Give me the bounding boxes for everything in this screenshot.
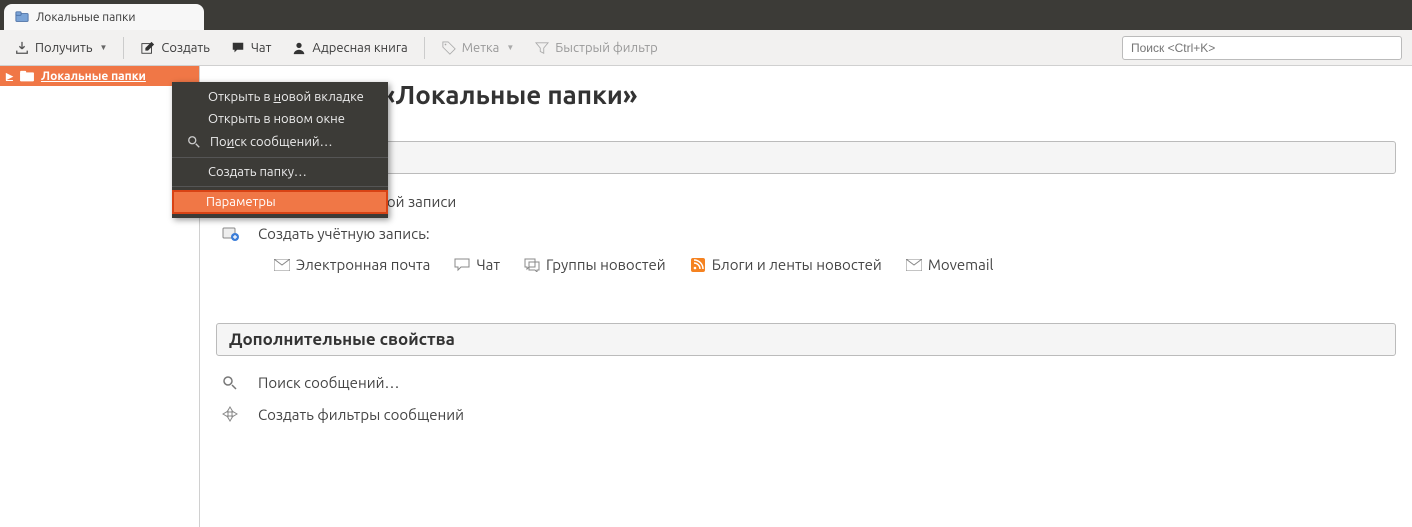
chat-button[interactable]: Чат <box>222 36 279 60</box>
create-filters-label: Создать фильтры сообщений <box>258 406 464 423</box>
create-movemail-link[interactable]: Movemail <box>906 256 994 273</box>
link-label: Movemail <box>928 256 994 273</box>
ctx-label: Создать папку… <box>208 165 307 179</box>
compose-label: Создать <box>161 41 210 55</box>
download-icon <box>14 40 30 56</box>
add-account-icon <box>220 224 240 242</box>
link-label: Чат <box>476 256 500 273</box>
folder-icon <box>14 9 30 25</box>
ctx-label: Открыть в новом окне <box>208 112 345 126</box>
separator <box>123 37 124 59</box>
create-email-link[interactable]: Электронная почта <box>274 256 430 273</box>
create-filters-row[interactable]: Создать фильтры сообщений <box>216 405 1396 423</box>
ctx-label: Поиск сообщений… <box>210 135 333 149</box>
link-label: Электронная почта <box>296 256 430 273</box>
link-label: Блоги и ленты новостей <box>712 256 882 273</box>
sidebar-item-local-folders[interactable]: ▶ Локальные папки <box>0 66 199 86</box>
tag-label: Метка <box>462 41 500 55</box>
quickfilter-button[interactable]: Быстрый фильтр <box>526 36 665 60</box>
compose-button[interactable]: Создать <box>132 36 218 60</box>
chevron-down-icon: ▼ <box>506 43 514 52</box>
chat-icon <box>454 257 470 273</box>
advanced-section-header: Дополнительные свойства <box>216 323 1396 356</box>
separator <box>172 157 388 158</box>
tag-button[interactable]: Метка ▼ <box>433 36 523 60</box>
filter-icon <box>534 40 550 56</box>
tab-label: Локальные папки <box>36 11 135 24</box>
mail-icon <box>274 257 290 273</box>
compose-icon <box>140 40 156 56</box>
search-box <box>1122 36 1402 60</box>
addressbook-label: Адресная книга <box>312 41 407 55</box>
ctx-search-messages[interactable]: Поиск сообщений… <box>172 130 388 154</box>
create-chat-link[interactable]: Чат <box>454 256 500 273</box>
ctx-create-folder[interactable]: Создать папку… <box>172 161 388 183</box>
get-mail-label: Получить <box>35 41 92 55</box>
search-input[interactable] <box>1122 36 1402 60</box>
sidebar: ▶ Локальные папки <box>0 66 200 527</box>
search-messages-label: Поиск сообщений… <box>258 374 399 391</box>
tab-bar: Локальные папки <box>0 0 1412 30</box>
create-account-row: Создать учётную запись: <box>216 224 1396 242</box>
separator <box>424 37 425 59</box>
search-messages-row[interactable]: Поиск сообщений… <box>216 374 1396 391</box>
tab-local-folders[interactable]: Локальные папки <box>4 4 204 30</box>
ctx-settings[interactable]: Параметры <box>172 190 388 214</box>
ctx-label: Открыть в новой вкладке <box>208 90 364 104</box>
quickfilter-label: Быстрый фильтр <box>555 41 657 55</box>
page-title: » «Почта» — «Локальные папки» <box>216 80 1396 109</box>
create-newsgroups-link[interactable]: Группы новостей <box>524 256 666 273</box>
search-icon <box>186 134 202 150</box>
chat-icon <box>230 40 246 56</box>
get-mail-button[interactable]: Получить ▼ <box>6 36 115 60</box>
sidebar-item-label: Локальные папки <box>41 70 146 83</box>
filters-icon <box>220 405 240 423</box>
chevron-down-icon: ▼ <box>99 43 107 52</box>
mail-icon <box>906 257 922 273</box>
create-account-label: Создать учётную запись: <box>258 225 430 242</box>
tag-icon <box>441 40 457 56</box>
addressbook-button[interactable]: Адресная книга <box>283 36 415 60</box>
ctx-open-new-tab[interactable]: Открыть в новой вкладке <box>172 86 388 108</box>
context-menu: Открыть в новой вкладке Открыть в новом … <box>172 82 388 218</box>
chat-label: Чат <box>251 41 271 55</box>
separator <box>172 186 388 187</box>
twisty-icon: ▶ <box>6 71 13 82</box>
create-account-links: Электронная почта Чат Группы новостей Бл… <box>274 256 1396 273</box>
link-label: Группы новостей <box>546 256 666 273</box>
person-icon <box>291 40 307 56</box>
ctx-open-new-window[interactable]: Открыть в новом окне <box>172 108 388 130</box>
account-settings-row[interactable]: метров этой учётной записи <box>216 192 1396 210</box>
rss-icon <box>690 257 706 273</box>
accounts-section-header: и <box>216 141 1396 174</box>
newsgroup-icon <box>524 257 540 273</box>
ctx-label: Параметры <box>206 195 276 209</box>
search-icon <box>220 375 240 391</box>
folder-icon <box>19 68 35 84</box>
toolbar: Получить ▼ Создать Чат Адресная книга Ме… <box>0 30 1412 66</box>
create-blogs-link[interactable]: Блоги и ленты новостей <box>690 256 882 273</box>
